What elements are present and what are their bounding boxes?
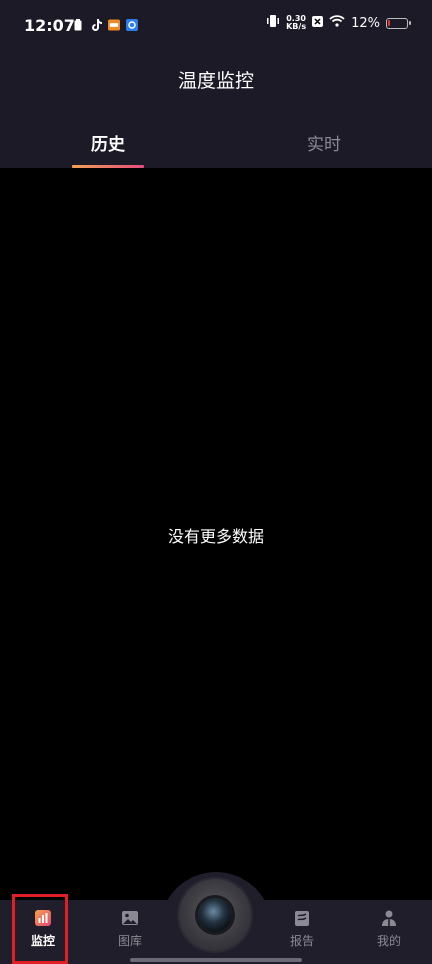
status-time: 12:07 <box>24 16 75 35</box>
net-speed-unit: KB/s <box>286 22 307 31</box>
close-x-icon <box>312 15 324 31</box>
empty-state-message: 没有更多数据 <box>167 527 264 546</box>
report-icon <box>292 908 312 928</box>
nav-label-gallery: 图库 <box>117 934 142 948</box>
app-badge-icon <box>126 18 138 32</box>
nav-label-report: 报告 <box>289 934 314 948</box>
nav-item-report[interactable]: 报告 <box>272 908 332 949</box>
nav-item-monitor[interactable]: 监控 <box>13 908 73 949</box>
camera-lens-icon <box>198 898 232 932</box>
nav-item-mine[interactable]: 我的 <box>359 908 419 949</box>
notification-app-icon <box>108 18 120 32</box>
nav-label-mine: 我的 <box>376 934 401 948</box>
sim-icon <box>72 18 84 32</box>
net-speed: 0.30 KB/s <box>286 15 306 31</box>
monitor-chart-icon <box>33 908 53 928</box>
person-icon <box>379 908 399 928</box>
battery-level-fill <box>388 19 390 26</box>
page-title: 温度监控 <box>177 70 254 92</box>
page-header: 温度监控 历史 实时 <box>0 52 432 168</box>
battery-icon <box>386 17 411 29</box>
tiktok-icon <box>90 18 102 32</box>
nav-item-gallery[interactable]: 图库 <box>100 908 160 949</box>
history-content[interactable]: 没有更多数据 <box>0 168 432 900</box>
nav-label-monitor: 监控 <box>30 934 55 948</box>
tab-history[interactable]: 历史 <box>72 130 144 155</box>
tab-realtime[interactable]: 实时 <box>288 130 360 155</box>
vibrate-icon <box>266 15 280 31</box>
camera-capture-button[interactable] <box>179 879 251 951</box>
home-indicator[interactable] <box>130 958 302 962</box>
gallery-image-icon <box>120 908 140 928</box>
wifi-icon <box>329 15 345 31</box>
status-right-icons: 0.30 KB/s 12% <box>266 15 411 31</box>
status-notification-icons <box>72 18 138 32</box>
battery-percent: 12% <box>351 15 380 31</box>
status-bar: 12:07 0.30 KB/s 12% <box>0 0 432 52</box>
